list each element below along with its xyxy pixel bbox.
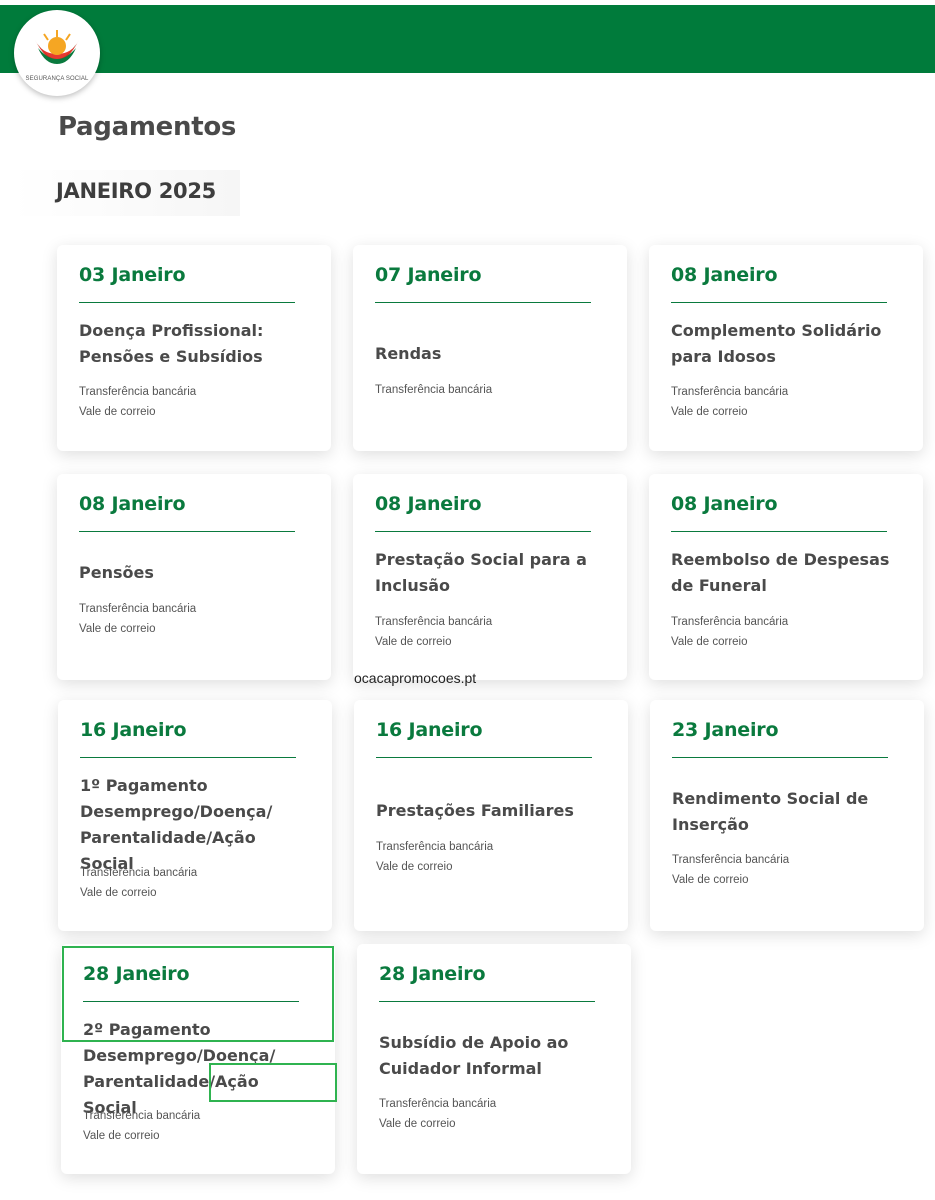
- card-title: Prestação Social para a Inclusão: [375, 550, 587, 595]
- card-divider: [376, 757, 592, 758]
- card-title: 1º Pagamento Desemprego/Doença/Parentalid…: [80, 776, 273, 873]
- card-title: Complemento Solidário para Idosos: [671, 321, 882, 366]
- card-divider: [79, 531, 295, 532]
- card-divider: [671, 531, 887, 532]
- payment-card[interactable]: 16 Janeiro 1º Pagamento Desemprego/Doença…: [58, 700, 332, 931]
- card-methods: Transferência bancária Vale de correio: [671, 386, 789, 418]
- card-date: 08 Janeiro: [671, 264, 778, 286]
- card-methods: Transferência bancária Vale de correio: [672, 854, 790, 886]
- card-title: Rendas: [375, 344, 442, 363]
- watermark-text: ocacapromocoes.pt: [354, 670, 477, 686]
- card-date: 08 Janeiro: [79, 493, 186, 515]
- seguranca-social-logo[interactable]: SEGURANÇA SOCIAL: [14, 10, 100, 96]
- card-methods: Transferência bancária Vale de correio: [79, 603, 197, 635]
- logo-text: SEGURANÇA SOCIAL: [25, 76, 89, 82]
- card-divider: [672, 757, 888, 758]
- card-methods: Transferência bancária Vale de correio: [79, 386, 197, 418]
- card-date: 08 Janeiro: [375, 493, 482, 515]
- logo-emblem-icon: [35, 30, 79, 64]
- card-date: 16 Janeiro: [80, 719, 187, 741]
- card-divider: [375, 302, 591, 303]
- card-divider: [379, 1001, 595, 1002]
- header-bar: [0, 5, 935, 73]
- payment-card[interactable]: 08 Janeiro Complemento Solidário para Ido…: [649, 245, 923, 451]
- payment-card[interactable]: 07 Janeiro Rendas Transferência bancária: [353, 245, 627, 451]
- card-date: 23 Janeiro: [672, 719, 779, 741]
- payment-card[interactable]: 16 Janeiro Prestações Familiares Transfe…: [354, 700, 628, 931]
- card-methods: Transferência bancária Vale de correio: [375, 616, 493, 648]
- card-methods: Transferência bancária Vale de correio: [83, 1110, 201, 1142]
- card-divider: [671, 302, 887, 303]
- card-divider: [80, 757, 296, 758]
- card-methods: Transferência bancária Vale de correio: [671, 616, 789, 648]
- card-divider: [79, 302, 295, 303]
- card-title: Doença Profissional: Pensões e Subsídios: [79, 321, 264, 366]
- card-date: 03 Janeiro: [79, 264, 186, 286]
- card-title: Pensões: [79, 563, 154, 582]
- card-date: 08 Janeiro: [671, 493, 778, 515]
- card-title: Subsídio de Apoio ao Cuidador Informal: [379, 1033, 569, 1078]
- card-methods: Transferência bancária Vale de correio: [376, 841, 494, 873]
- card-title: Rendimento Social de Inserção: [672, 789, 869, 834]
- payment-card[interactable]: 28 Janeiro Subsídio de Apoio ao Cuidador …: [357, 944, 631, 1174]
- month-heading: JANEIRO 2025: [56, 179, 216, 203]
- card-title: Prestações Familiares: [376, 801, 574, 820]
- card-date: 16 Janeiro: [376, 719, 483, 741]
- payment-card[interactable]: 08 Janeiro Pensões Transferência bancári…: [57, 474, 331, 680]
- payment-card[interactable]: 23 Janeiro Rendimento Social de Inserção …: [650, 700, 924, 931]
- page-title: Pagamentos: [58, 112, 237, 142]
- highlight-box-acao-social: [209, 1063, 337, 1102]
- card-title: Reembolso de Despesas de Funeral: [671, 550, 890, 595]
- payment-card[interactable]: 03 Janeiro Doença Profissional: Pensões e…: [57, 245, 331, 451]
- card-methods: Transferência bancária: [375, 384, 493, 396]
- card-date: 28 Janeiro: [379, 963, 486, 985]
- payment-card[interactable]: 08 Janeiro Reembolso de Despesas de Funer…: [649, 474, 923, 680]
- highlight-box-date: [62, 946, 334, 1042]
- card-methods: Transferência bancária Vale de correio: [80, 867, 198, 899]
- card-methods: Transferência bancária Vale de correio: [379, 1098, 497, 1130]
- card-date: 07 Janeiro: [375, 264, 482, 286]
- payment-card[interactable]: 08 Janeiro Prestação Social para a Inclus…: [353, 474, 627, 680]
- card-divider: [375, 531, 591, 532]
